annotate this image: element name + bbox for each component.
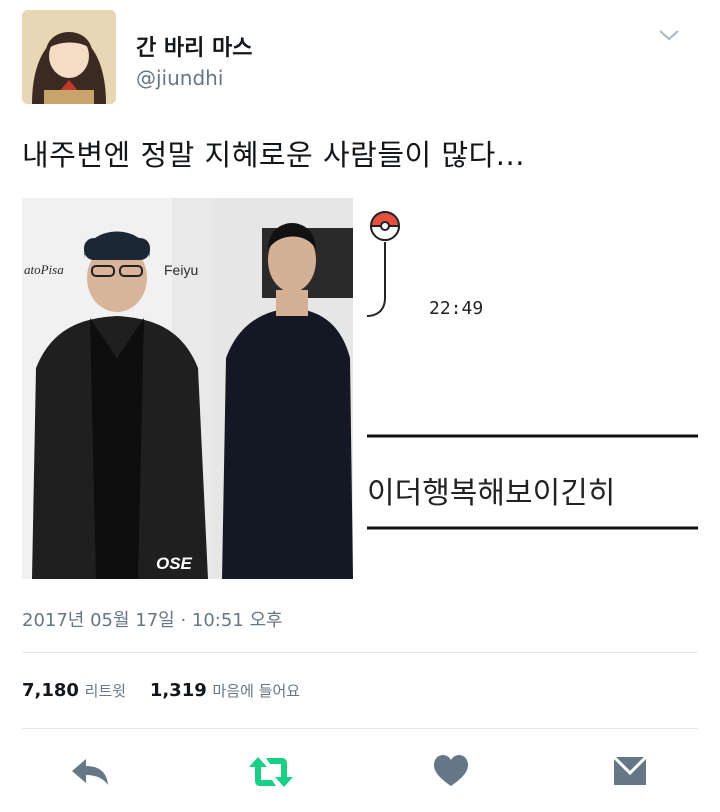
reply-icon[interactable]	[70, 755, 110, 789]
tweet-timestamp[interactable]: 2017년 05월 17일 · 10:51 오후	[22, 606, 283, 632]
photo-man-in-turtleneck	[212, 198, 353, 579]
retweet-icon[interactable]	[248, 755, 294, 789]
divider	[22, 652, 698, 653]
photo-watermark: OSE	[156, 554, 192, 573]
media-photo-2[interactable]	[212, 198, 353, 579]
like-count[interactable]: 1,319	[150, 680, 207, 701]
chat-time: 22:49	[429, 298, 484, 319]
display-name[interactable]: 간 바리 마스	[136, 30, 253, 62]
chat-message: 이더행복해보이긴히	[367, 476, 616, 511]
tweet-text: 내주변엔 정말 지혜로운 사람들이 많다...	[22, 138, 525, 172]
avatar[interactable]	[22, 10, 116, 104]
divider	[22, 728, 698, 729]
tweet-media[interactable]: atoPisa Feiyu OSE 22:49 이더행복해보이긴히	[22, 198, 698, 579]
user-handle[interactable]: @jiundhi	[136, 66, 223, 90]
retweet-count[interactable]: 7,180	[22, 680, 79, 701]
retweet-label[interactable]: 리트윗	[85, 682, 126, 700]
photo-backdrop-text: atoPisa	[24, 262, 64, 277]
like-label[interactable]: 마음에 들어요	[212, 682, 300, 700]
media-photo-1[interactable]: atoPisa Feiyu OSE	[22, 198, 212, 579]
chevron-down-icon[interactable]	[658, 28, 680, 42]
avatar-illustration	[22, 10, 116, 104]
heart-icon[interactable]	[434, 755, 468, 787]
tweet-stats: 7,180 리트윗 1,319 마음에 들어요	[22, 680, 318, 701]
photo-man-in-beanie	[22, 198, 212, 579]
direct-message-icon[interactable]	[612, 755, 648, 787]
media-photo-3[interactable]: 22:49 이더행복해보이긴히	[367, 198, 698, 579]
photo-brand-text: Feiyu	[164, 262, 199, 278]
chat-screenshot	[367, 198, 698, 579]
